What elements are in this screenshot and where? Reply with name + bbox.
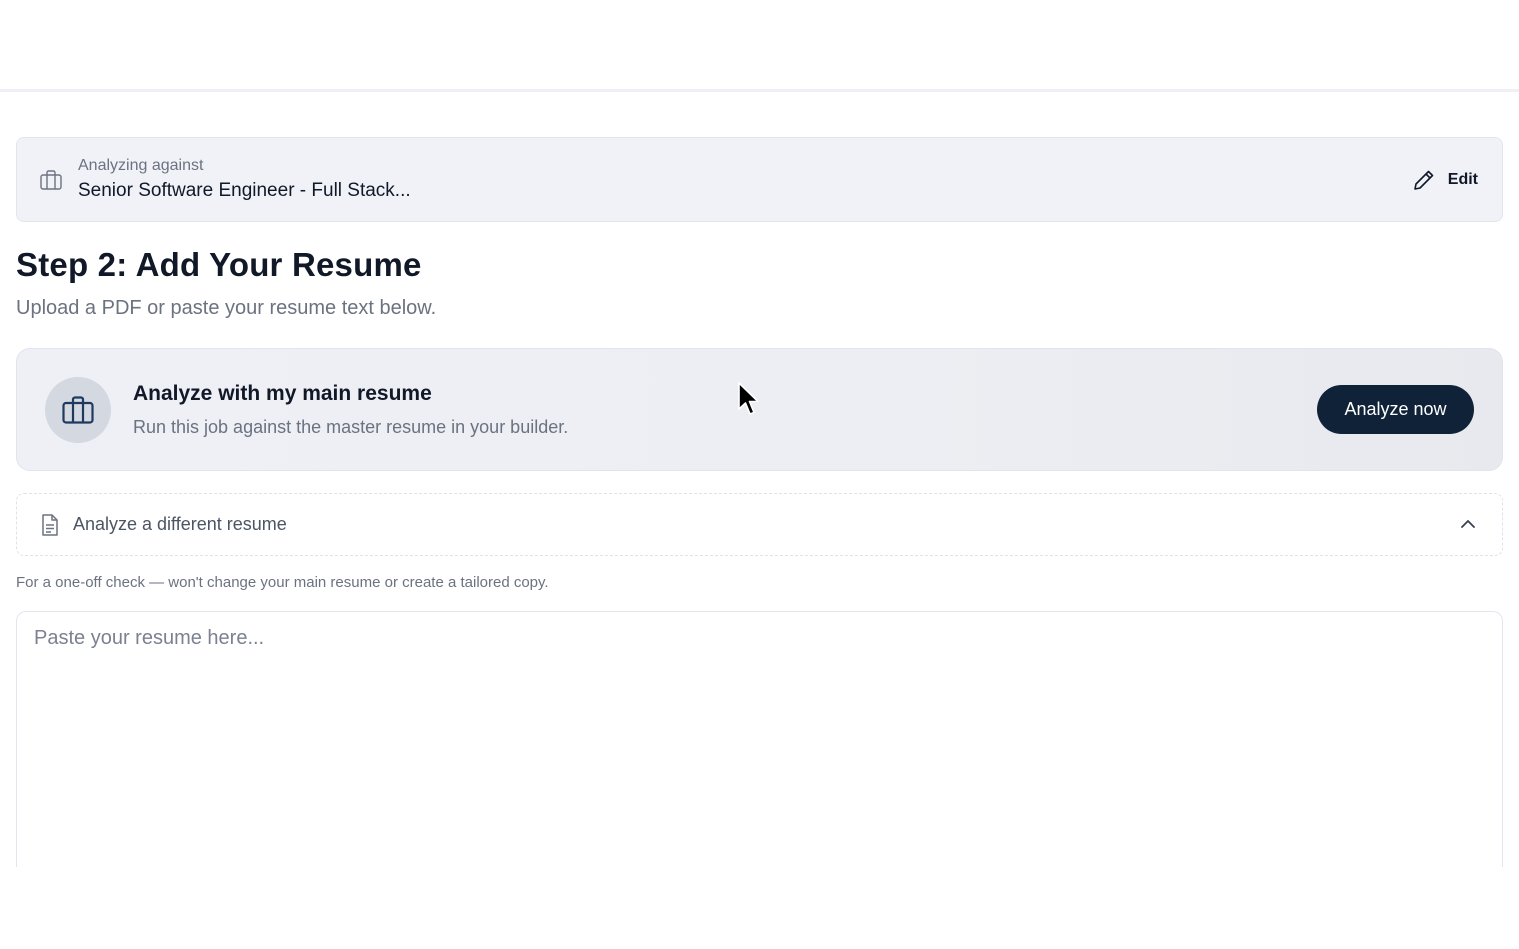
analyzing-against-label: Analyzing against	[78, 157, 204, 174]
edit-job-button[interactable]: Edit	[1412, 166, 1478, 194]
analyze-different-resume-toggle[interactable]: Analyze a different resume	[16, 493, 1503, 556]
analyze-different-resume-label: Analyze a different resume	[73, 514, 287, 534]
job-context-bar: Analyzing against Senior Software Engine…	[16, 137, 1503, 222]
one-off-hint: For a one-off check — won't change your …	[16, 574, 549, 591]
briefcase-icon	[62, 396, 94, 424]
resume-paste-textarea[interactable]	[16, 611, 1503, 867]
job-title: Senior Software Engineer - Full Stack...	[78, 180, 411, 201]
page-subtitle: Upload a PDF or paste your resume text b…	[16, 297, 437, 319]
briefcase-icon	[40, 170, 62, 190]
document-icon	[42, 514, 58, 536]
analyze-now-button[interactable]: Analyze now	[1317, 385, 1474, 434]
chevron-up-icon[interactable]	[1460, 518, 1476, 530]
main-resume-description: Run this job against the master resume i…	[133, 417, 569, 437]
top-header-bar	[0, 0, 1519, 92]
page-title: Step 2: Add Your Resume	[16, 246, 422, 283]
edit-label: Edit	[1447, 171, 1478, 188]
main-resume-icon-circle	[45, 377, 111, 443]
mouse-pointer-icon	[738, 382, 759, 415]
main-resume-title: Analyze with my main resume	[133, 382, 432, 405]
pencil-icon	[1413, 170, 1434, 190]
